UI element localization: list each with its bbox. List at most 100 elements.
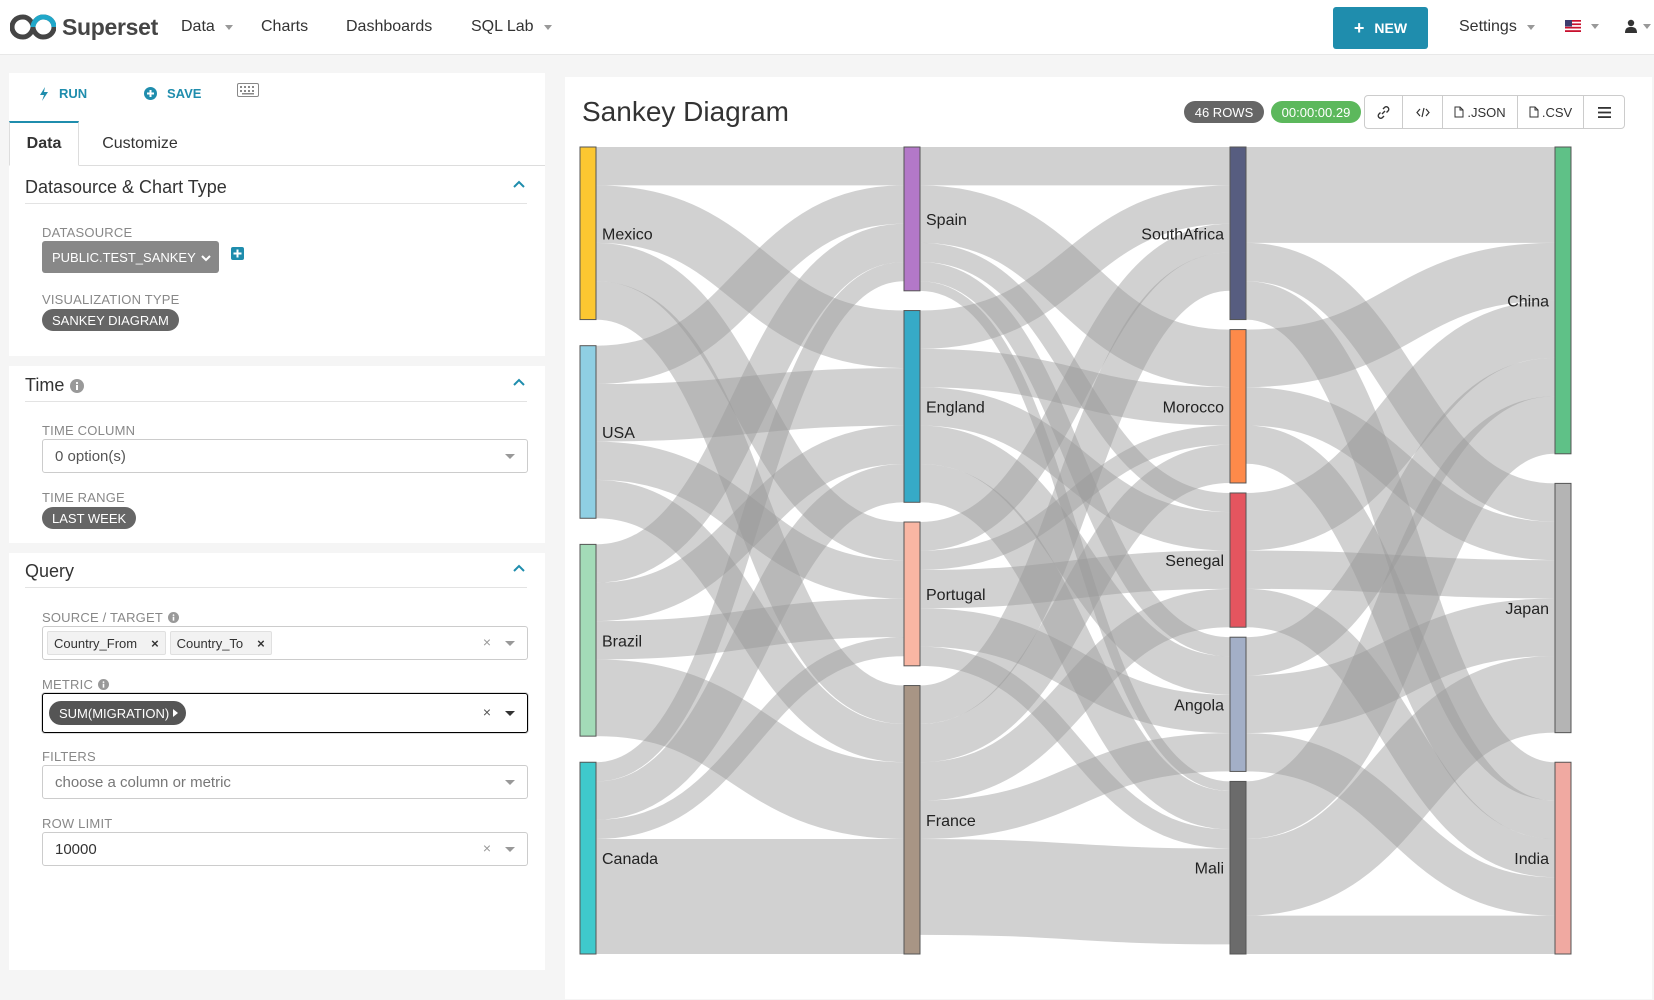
sankey-links xyxy=(594,146,1558,955)
nav-charts[interactable]: Charts xyxy=(261,18,308,36)
info-icon[interactable] xyxy=(98,679,110,690)
chevron-down-icon xyxy=(505,711,515,716)
clear-icon[interactable]: × xyxy=(483,634,491,650)
query-toolbar: RUN SAVE xyxy=(9,73,545,121)
sankey-node-label: India xyxy=(1514,851,1549,868)
datasource-selector[interactable]: PUBLIC.TEST_SANKEY xyxy=(42,241,219,273)
sankey-node[interactable] xyxy=(1229,492,1247,628)
clear-icon[interactable]: × xyxy=(483,704,491,720)
sankey-node[interactable] xyxy=(1229,329,1247,484)
plus-circle-icon xyxy=(144,87,157,100)
new-button[interactable]: + NEW xyxy=(1333,7,1428,49)
user-icon xyxy=(1625,19,1637,33)
nav-data-label: Data xyxy=(181,18,215,35)
section-separator xyxy=(9,543,545,553)
brand[interactable]: Superset xyxy=(10,12,158,42)
remove-tag-icon[interactable]: × xyxy=(257,636,265,651)
section-separator xyxy=(9,356,545,366)
time-range-pill[interactable]: LAST WEEK xyxy=(42,507,137,529)
nav-data[interactable]: Data xyxy=(181,18,233,36)
row-limit-label: ROW LIMIT xyxy=(42,816,113,831)
sankey-node[interactable] xyxy=(579,345,597,519)
sankey-node[interactable] xyxy=(903,310,921,503)
tab-data-label: Data xyxy=(26,135,62,152)
new-button-label: NEW xyxy=(1374,20,1408,36)
panel-tabs: Data Customize xyxy=(9,121,545,166)
chevron-down-icon xyxy=(505,641,515,646)
time-range-value: LAST WEEK xyxy=(52,510,127,526)
chevron-up-icon[interactable] xyxy=(513,180,525,188)
info-icon[interactable] xyxy=(70,378,85,393)
keyboard-shortcuts-button[interactable] xyxy=(237,83,259,97)
remove-tag-icon[interactable]: × xyxy=(151,636,159,651)
chevron-down-icon xyxy=(505,847,515,852)
sankey-node[interactable] xyxy=(1554,482,1572,734)
source-tag-label: Country_From xyxy=(54,635,138,651)
sankey-link[interactable] xyxy=(919,838,1231,945)
nav-sql-lab-label: SQL Lab xyxy=(471,18,534,35)
metric-pill[interactable]: SUM(MIGRATION) xyxy=(49,701,187,725)
row-limit-select[interactable]: 10000 × xyxy=(42,832,528,866)
language-menu[interactable] xyxy=(1565,20,1599,32)
source-tag: Country_From × xyxy=(47,631,166,655)
brand-name: Superset xyxy=(62,13,159,40)
metric-select[interactable]: SUM(MIGRATION) × xyxy=(42,693,528,733)
sankey-node[interactable] xyxy=(1554,146,1572,455)
save-label: SAVE xyxy=(167,86,202,101)
sankey-node[interactable] xyxy=(903,146,921,292)
chevron-down-icon xyxy=(543,24,552,30)
clear-icon[interactable]: × xyxy=(483,840,491,856)
datasource-value: PUBLIC.TEST_SANKEY xyxy=(52,249,196,265)
datasource-section-title: Datasource & Chart Type xyxy=(25,177,227,197)
sankey-node-label: USA xyxy=(602,425,635,442)
section-divider xyxy=(25,203,527,204)
sankey-node[interactable] xyxy=(579,543,597,737)
section-divider xyxy=(25,587,527,588)
add-datasource-icon[interactable] xyxy=(231,247,244,260)
nav-sql-lab[interactable]: SQL Lab xyxy=(471,18,552,36)
nav-dashboards[interactable]: Dashboards xyxy=(346,18,432,36)
sankey-node-label: Angola xyxy=(1174,697,1224,714)
source-target-select[interactable]: Country_From × Country_To × × xyxy=(42,626,528,660)
info-icon[interactable] xyxy=(167,612,179,623)
save-button[interactable]: SAVE xyxy=(144,86,201,101)
chevron-down-icon xyxy=(1643,23,1651,29)
sankey-node[interactable] xyxy=(1554,761,1572,955)
tab-data[interactable]: Data xyxy=(9,121,79,166)
time-column-select[interactable]: 0 option(s) xyxy=(42,439,528,473)
tab-customize[interactable]: Customize xyxy=(85,121,195,166)
sankey-node-label: SouthAfrica xyxy=(1141,226,1224,243)
filters-select[interactable]: choose a column or metric xyxy=(42,765,528,799)
time-section-header[interactable]: Time xyxy=(25,375,85,396)
source-target-label: SOURCE / TARGET xyxy=(42,610,179,625)
viz-type-label: VISUALIZATION TYPE xyxy=(42,292,180,307)
query-section-header[interactable]: Query xyxy=(25,561,74,582)
sankey-node[interactable] xyxy=(1229,780,1247,955)
target-tag-label: Country_To xyxy=(176,635,244,651)
sankey-node-label: Canada xyxy=(602,851,658,868)
run-button[interactable]: RUN xyxy=(39,86,87,101)
section-divider xyxy=(25,401,527,402)
chart-panel: Sankey Diagram 46 ROWS 00:00:00.29 .JSON… xyxy=(565,77,1652,999)
chevron-up-icon[interactable] xyxy=(513,378,525,386)
control-panel: RUN SAVE Data Customize Datasource & Cha… xyxy=(9,73,545,970)
settings-menu[interactable]: Settings xyxy=(1459,18,1535,36)
sankey-node-label: Morocco xyxy=(1163,399,1224,416)
plus-icon: + xyxy=(1353,17,1365,38)
sankey-node[interactable] xyxy=(903,685,921,955)
user-menu[interactable] xyxy=(1625,19,1651,33)
sankey-node[interactable] xyxy=(903,521,921,667)
sankey-node-label: Portugal xyxy=(926,587,986,604)
time-range-label: TIME RANGE xyxy=(42,490,125,505)
time-section-title: Time xyxy=(25,375,65,395)
sankey-node-label: China xyxy=(1507,293,1549,310)
viz-type-pill[interactable]: SANKEY DIAGRAM xyxy=(42,309,179,331)
sankey-node[interactable] xyxy=(579,761,597,955)
time-column-label: TIME COLUMN xyxy=(42,423,136,438)
sankey-node[interactable] xyxy=(1229,146,1247,321)
chevron-up-icon[interactable] xyxy=(513,564,525,572)
sankey-node[interactable] xyxy=(579,146,597,321)
datasource-section-header[interactable]: Datasource & Chart Type xyxy=(25,177,227,198)
filters-label: FILTERS xyxy=(42,749,96,764)
sankey-node[interactable] xyxy=(1229,636,1247,772)
